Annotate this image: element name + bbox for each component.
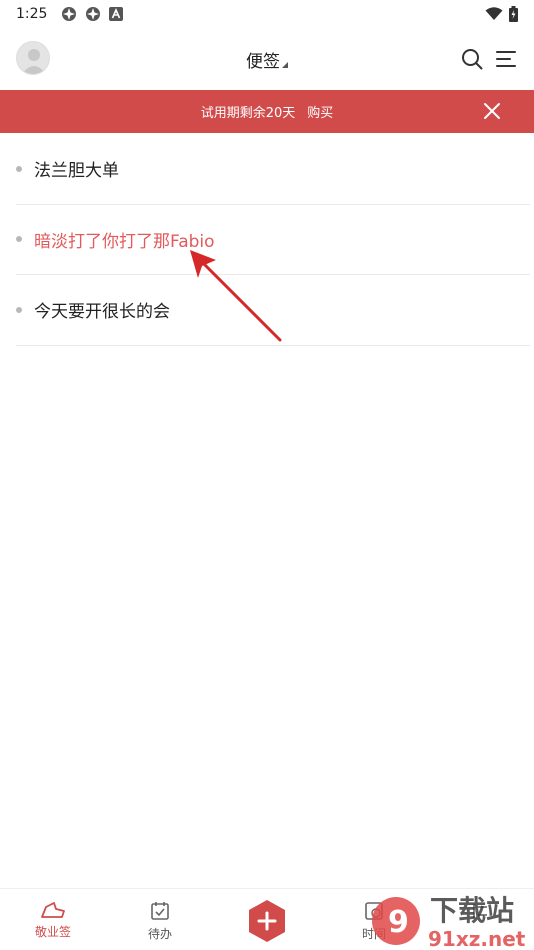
status-system-icons: [485, 6, 518, 22]
search-icon[interactable]: [460, 47, 484, 71]
trial-banner: 试用期剩余20天 购买: [0, 90, 534, 133]
nav-item-todo[interactable]: 待办: [120, 889, 200, 950]
bullet-dot: [16, 165, 22, 172]
header-title-wrap: 便签: [0, 28, 534, 90]
bullet-dot: [16, 236, 22, 243]
calendar-check-icon: [151, 902, 169, 920]
page-title[interactable]: 便签: [246, 47, 280, 72]
nav-item-notes[interactable]: 敬业签: [13, 889, 93, 950]
menu-icon[interactable]: [494, 47, 518, 71]
wifi-icon: [485, 7, 503, 20]
buy-link[interactable]: 购买: [307, 102, 333, 121]
note-text: 法兰胆大单: [34, 161, 119, 182]
status-notification-icons: [61, 6, 124, 22]
nav-label: 敬业签: [34, 925, 71, 939]
note-hat-icon: [41, 902, 65, 918]
app-header: 便签: [0, 28, 534, 90]
status-time: 1:25: [16, 6, 48, 22]
battery-icon: [509, 6, 518, 22]
note-item[interactable]: 法兰胆大单: [16, 134, 530, 205]
annotation-arrow-icon: [190, 250, 282, 342]
a-badge-icon: [109, 7, 124, 21]
app-notification-icon: [62, 7, 77, 21]
status-bar: 1:25: [0, 0, 534, 28]
close-icon[interactable]: [482, 101, 502, 121]
note-text: 今天要开很长的会: [34, 302, 170, 323]
avatar-icon[interactable]: [16, 41, 50, 75]
nav-item-time[interactable]: 时间: [334, 889, 414, 950]
nav-label: 时间: [361, 927, 386, 941]
nav-label: 待办: [147, 927, 172, 941]
trial-remaining-text: 试用期剩余20天: [200, 106, 296, 121]
timeline-icon: [473, 904, 487, 918]
app-notification-icon: [86, 7, 101, 21]
nav-item-timeline[interactable]: [440, 889, 520, 950]
bottom-nav: 敬业签 待办 时间: [0, 888, 534, 950]
bullet-dot: [16, 306, 22, 313]
plus-hexagon-icon[interactable]: [247, 899, 287, 943]
clock-icon: [365, 902, 383, 920]
caret-down-icon[interactable]: [282, 62, 288, 68]
